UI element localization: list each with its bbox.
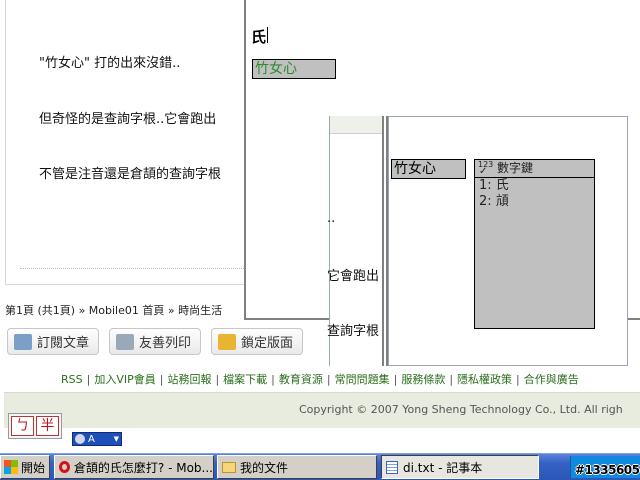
candidate-item[interactable]: 2: 頏 [475,194,594,210]
footer-link-faq[interactable]: 常問問題集 [335,373,390,386]
footer-link-education[interactable]: 教育資源 [279,373,323,386]
start-label: 開始 [21,460,46,475]
ghost-line: .. [327,211,336,226]
taskbar: 開始 倉頡的氏怎麼打? - Mob... 我的文件 di.txt - 記事本 [0,453,640,480]
footer-link-privacy[interactable]: 隱私權政策 [457,373,512,386]
task-label: di.txt - 記事本 [403,460,483,475]
taskbar-button-browser[interactable]: 倉頡的氏怎麼打? - Mob... [54,455,214,479]
divider [20,268,256,269]
taskbar-button-documents[interactable]: 我的文件 [217,455,377,479]
lock-label: 鎖定版面 [241,336,294,351]
language-icon [75,434,85,444]
footer-link-report[interactable]: 站務回報 [167,373,211,386]
language-label: A [88,433,95,445]
print-button[interactable]: 友善列印 [109,328,201,355]
ghost-header [330,116,387,134]
folder-icon [222,461,236,473]
footer-link-terms[interactable]: 服務條款 [401,373,445,386]
task-label: 我的文件 [240,460,289,475]
ghost-line: 它會跑出 [327,269,380,284]
ime-toolbar: ㄅ 半 [8,413,62,439]
text-caret [267,27,268,43]
candidate-list: 123 ✓ 數字鍵 1: 氏 2: 頏 [474,159,595,329]
subscribe-label: 訂閱文章 [37,336,90,351]
taskbar-button-notepad[interactable]: di.txt - 記事本 [381,455,539,479]
subscribe-button[interactable]: 訂閱文章 [7,328,99,355]
task-label: 倉頡的氏怎麼打? - Mob... [73,460,213,475]
subscribe-icon [14,333,32,350]
copyright-text: Copyright © 2007 Yong Sheng Technology C… [299,403,623,416]
printer-icon [116,333,134,350]
candidate-item[interactable]: 1: 氏 [475,178,594,194]
post-line: 不管是注音還是倉頡的查詢字根 [39,167,222,182]
post-content: "竹女心" 打的出來沒錯.. 但奇怪的是查詢字根..它會跑出 不管是注音還是倉頡… [5,0,256,285]
candidate-header: 123 ✓ 數字鍵 [475,160,594,178]
windows-logo-icon [4,460,18,474]
opera-icon [59,461,70,473]
ime-panel: 竹女心 123 ✓ 數字鍵 1: 氏 2: 頏 [388,116,628,366]
ghost-line: 查詢字根 [327,324,380,339]
footer-links: RSS | 加入VIP會員 | 站務回報 | 檔案下載 | 教育資源 | 常問問題集 | 服務條款 | 隱私… [61,373,579,386]
footer-link-vip[interactable]: 加入VIP會員 [94,373,155,386]
composition-window: 竹女心 [252,59,336,79]
language-bar[interactable]: A ▼ [72,432,122,446]
ime-width-key[interactable]: 半 [36,416,59,436]
lock-button[interactable]: 鎖定版面 [211,328,303,355]
footer-link-rss[interactable]: RSS [61,373,83,386]
candidate-header-label: 數字鍵 [497,161,534,175]
ime-input-roots: 竹女心 [391,159,466,179]
image-id-stamp: #1335605 [575,463,640,477]
stale-repaint-region: .. 它會跑出 查詢字根 [327,116,387,366]
ime-mode-key[interactable]: ㄅ [11,416,34,436]
check-icon: ✓ [479,166,488,177]
post-line: 但奇怪的是查詢字根..它會跑出 [39,112,217,127]
typed-character: 氏 [251,28,267,46]
print-label: 友善列印 [139,336,192,351]
breadcrumb[interactable]: 第1頁 (共1頁) » Mobile01 首頁 » 時尚生活 [5,302,222,318]
lock-icon [218,333,236,350]
footer-link-advertise[interactable]: 合作與廣告 [524,373,579,386]
start-button[interactable]: 開始 [0,455,50,479]
post-line: "竹女心" 打的出來沒錯.. [39,56,181,71]
footer-link-download[interactable]: 檔案下載 [223,373,267,386]
chevron-down-icon[interactable]: ▼ [114,435,119,443]
notepad-icon [386,460,398,474]
